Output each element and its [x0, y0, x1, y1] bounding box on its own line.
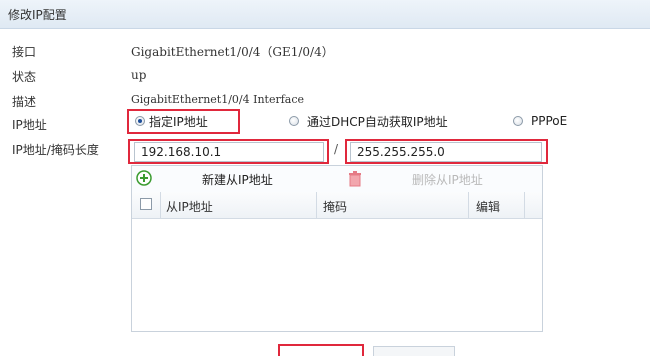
interface-value: GigabitEthernet1/0/4（GE1/0/4）: [131, 45, 334, 59]
add-secondary-ip-button[interactable]: 新建从IP地址: [202, 171, 273, 188]
column-divider: [468, 192, 469, 218]
select-all-checkbox[interactable]: [140, 198, 152, 210]
highlight-box-ip: [128, 139, 329, 164]
highlight-box-ok-button[interactable]: [278, 344, 364, 356]
column-divider: [316, 192, 317, 218]
radio-dhcp-label: 通过DHCP自动获取IP地址: [307, 114, 448, 129]
radio-unselected-icon: [289, 116, 299, 126]
column-header-secondary-ip[interactable]: 从IP地址: [166, 198, 213, 215]
secondary-ip-toolbar: 新建从IP地址 删除从IP地址: [132, 166, 542, 193]
radio-pppoe[interactable]: PPPoE: [513, 110, 567, 132]
secondary-ip-panel: 新建从IP地址 删除从IP地址 从IP地址 掩码 编辑: [131, 165, 543, 332]
column-divider: [524, 192, 525, 218]
ip-mask-separator: /: [334, 142, 339, 156]
secondary-ip-table-header: 从IP地址 掩码 编辑: [132, 192, 542, 219]
column-header-edit[interactable]: 编辑: [476, 198, 500, 215]
description-value: GigabitEthernet1/0/4 Interface: [131, 93, 305, 106]
dialog-titlebar: 修改IP配置: [0, 0, 650, 29]
trash-icon[interactable]: [348, 171, 362, 187]
highlight-box-static: [127, 109, 240, 134]
cancel-button[interactable]: [373, 346, 455, 356]
highlight-box-mask: [345, 139, 548, 164]
column-header-mask[interactable]: 掩码: [323, 198, 347, 215]
ip-mode-label: IP地址: [12, 118, 47, 132]
status-label: 状态: [12, 70, 37, 84]
dialog-title: 修改IP配置: [8, 8, 67, 22]
add-icon[interactable]: [136, 170, 152, 186]
radio-unselected-icon: [513, 116, 523, 126]
column-divider: [160, 192, 161, 218]
ip-mask-label: IP地址/掩码长度: [12, 143, 99, 157]
radio-pppoe-label: PPPoE: [531, 114, 568, 128]
radio-dhcp[interactable]: 通过DHCP自动获取IP地址: [289, 110, 448, 132]
interface-label: 接口: [12, 45, 37, 59]
status-value: up: [131, 68, 147, 82]
delete-secondary-ip-button[interactable]: 删除从IP地址: [412, 171, 483, 188]
description-label: 描述: [12, 95, 37, 109]
